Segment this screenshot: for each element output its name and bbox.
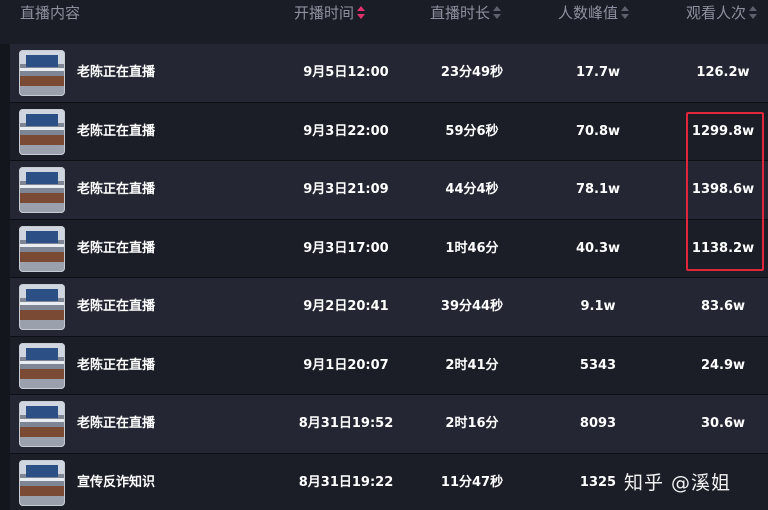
stream-thumbnail[interactable] — [19, 342, 65, 389]
peak-viewers: 9.1w — [580, 299, 616, 314]
peak-viewers: 40.3w — [575, 240, 621, 256]
stream-title[interactable]: 老陈正在直播 — [77, 395, 155, 454]
stream-thumbnail[interactable] — [19, 401, 65, 447]
peak-viewers: 8093 — [579, 416, 617, 431]
sort-icon[interactable] — [357, 6, 366, 19]
column-header-label: 直播时长 — [430, 4, 491, 22]
duration: 23分49秒 — [440, 65, 504, 80]
stream-thumbnail[interactable] — [19, 108, 65, 155]
column-header-label: 开播时间 — [294, 4, 355, 22]
column-header-label: 观看人次 — [686, 4, 747, 22]
stream-title[interactable]: 老陈正在直播 — [77, 103, 155, 162]
table-row[interactable]: 老陈正在直播 9月5日12:00 23分49秒 17.7w 126.2w — [10, 44, 768, 103]
view-count: 83.6w — [700, 299, 746, 314]
start-time: 8月31日19:22 — [298, 474, 394, 490]
duration: 2时16分 — [445, 416, 499, 431]
start-time: 9月3日17:00 — [303, 240, 389, 256]
stream-title[interactable]: 老陈正在直播 — [77, 161, 155, 220]
column-header-content: 直播内容 — [20, 0, 80, 44]
view-count: 24.9w — [700, 357, 746, 373]
table-row[interactable]: 老陈正在直播 9月2日20:41 39分44秒 9.1w 83.6w — [10, 278, 768, 337]
stream-title[interactable]: 老陈正在直播 — [77, 44, 155, 103]
duration: 59分6秒 — [445, 123, 499, 139]
column-header-start-time[interactable]: 开播时间 — [294, 0, 366, 44]
duration: 11分47秒 — [440, 474, 504, 490]
stream-thumbnail[interactable] — [19, 225, 65, 272]
table-row[interactable]: 老陈正在直播 9月1日20:07 2时41分 5343 24.9w — [10, 336, 768, 396]
start-time: 8月31日19:52 — [298, 416, 394, 431]
view-count: 126.2w — [696, 65, 750, 80]
view-count: 30.6w — [700, 416, 746, 431]
table-body: 老陈正在直播 9月5日12:00 23分49秒 17.7w 126.2w 老陈正… — [10, 44, 768, 510]
stream-title[interactable]: 宣传反诈知识 — [77, 454, 155, 510]
start-time: 9月3日22:00 — [303, 123, 389, 139]
stream-title[interactable]: 老陈正在直播 — [77, 278, 155, 337]
column-header-peak[interactable]: 人数峰值 — [558, 0, 630, 44]
column-header-duration[interactable]: 直播时长 — [430, 0, 502, 44]
stream-thumbnail[interactable] — [19, 167, 65, 213]
start-time: 9月1日20:07 — [303, 357, 389, 373]
sort-icon[interactable] — [621, 6, 630, 19]
duration: 44分4秒 — [445, 182, 499, 197]
start-time: 9月3日21:09 — [303, 182, 389, 197]
duration: 1时46分 — [445, 240, 499, 256]
column-header-label: 人数峰值 — [558, 4, 619, 22]
stream-thumbnail[interactable] — [19, 459, 65, 506]
stream-title[interactable]: 老陈正在直播 — [77, 337, 155, 396]
highlight-box — [686, 112, 764, 271]
peak-viewers: 5343 — [579, 357, 617, 373]
watermark: 知乎 @溪姐 — [624, 472, 732, 494]
table-row[interactable]: 老陈正在直播 8月31日19:52 2时16分 8093 30.6w — [10, 395, 768, 454]
column-header-label: 直播内容 — [20, 4, 81, 22]
stream-thumbnail[interactable] — [19, 284, 65, 330]
table-header: 直播内容 开播时间 直播时长 人数峰值 观看人次 — [0, 0, 768, 44]
peak-viewers: 78.1w — [575, 182, 621, 197]
duration: 2时41分 — [445, 357, 499, 373]
peak-viewers: 17.7w — [575, 65, 621, 80]
sort-icon[interactable] — [749, 6, 758, 19]
column-header-views[interactable]: 观看人次 — [686, 0, 758, 44]
table-row[interactable]: 老陈正在直播 9月3日21:09 44分4秒 78.1w 1398.6w — [10, 161, 768, 220]
start-time: 9月2日20:41 — [303, 299, 389, 314]
stream-thumbnail[interactable] — [19, 50, 65, 96]
table-row[interactable]: 老陈正在直播 9月3日22:00 59分6秒 70.8w 1299.8w — [10, 102, 768, 162]
table-row[interactable]: 老陈正在直播 9月3日17:00 1时46分 40.3w 1138.2w — [10, 219, 768, 279]
duration: 39分44秒 — [440, 299, 504, 314]
peak-viewers: 70.8w — [575, 123, 621, 139]
stream-title[interactable]: 老陈正在直播 — [77, 220, 155, 279]
sort-icon[interactable] — [493, 6, 502, 19]
start-time: 9月5日12:00 — [303, 65, 389, 80]
